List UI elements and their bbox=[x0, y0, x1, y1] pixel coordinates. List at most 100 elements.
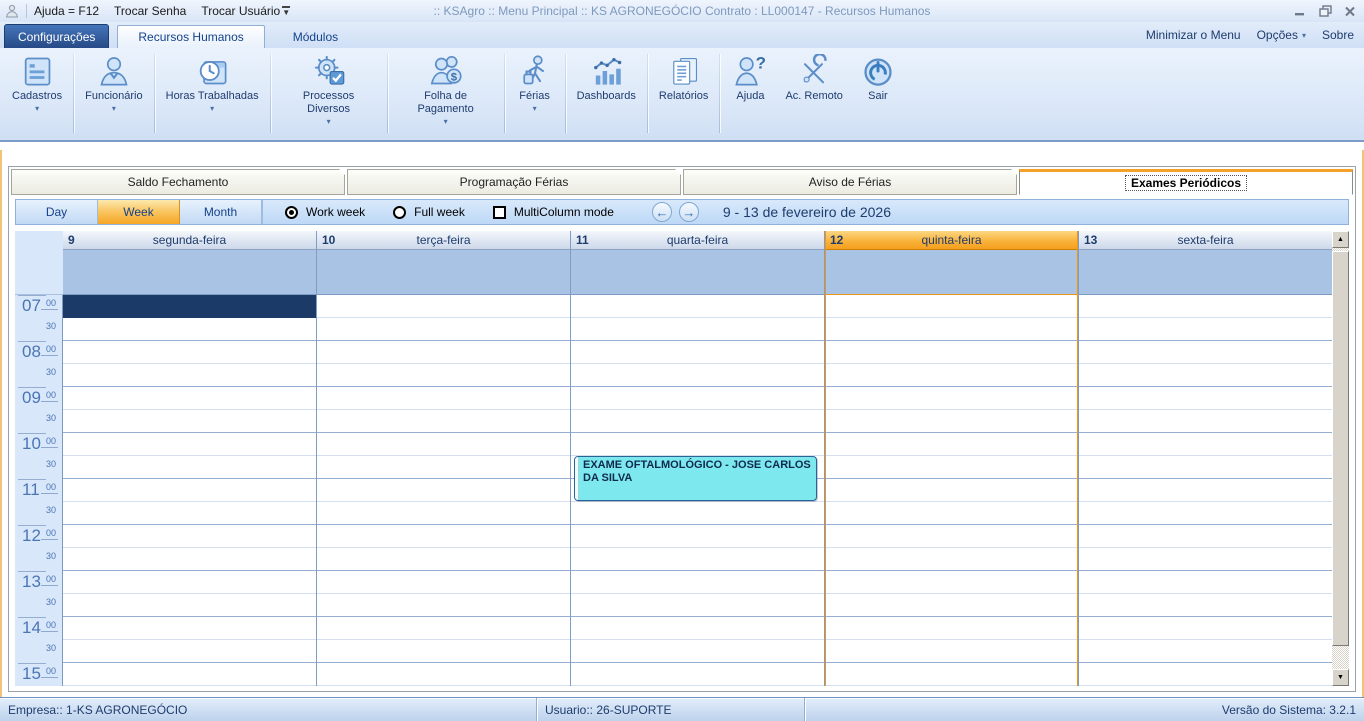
tab-programacao-ferias[interactable]: Programação Férias bbox=[347, 169, 681, 195]
hour-cell[interactable] bbox=[1079, 341, 1332, 387]
hour-cell[interactable] bbox=[63, 571, 316, 617]
quick-access-trocar-senha[interactable]: Trocar Senha bbox=[114, 4, 186, 18]
quick-access-ajuda-f12[interactable]: Ajuda = F12 bbox=[34, 4, 99, 18]
day-grid[interactable] bbox=[63, 295, 316, 686]
hour-cell[interactable] bbox=[571, 295, 824, 341]
allday-area[interactable] bbox=[1079, 250, 1332, 295]
hour-cell[interactable] bbox=[571, 525, 824, 571]
selected-timeslot[interactable] bbox=[63, 295, 316, 318]
ribbon-button-horas-trabalhadas[interactable]: Horas Trabalhadas▾ bbox=[158, 51, 267, 136]
hour-cell[interactable] bbox=[1079, 571, 1332, 617]
hour-cell[interactable] bbox=[63, 525, 316, 571]
hour-cell[interactable] bbox=[1079, 295, 1332, 341]
restore-icon[interactable] bbox=[1316, 4, 1334, 18]
hour-cell[interactable] bbox=[571, 663, 824, 686]
hour-cell[interactable] bbox=[571, 571, 824, 617]
view-button-month[interactable]: Month bbox=[180, 200, 262, 224]
checkbox-multicolumn-mode-icon[interactable] bbox=[493, 206, 506, 219]
previous-week-icon[interactable]: ← bbox=[652, 202, 672, 222]
hour-cell[interactable] bbox=[825, 341, 1078, 387]
hour-cell[interactable] bbox=[63, 617, 316, 663]
day-header-quarta-feira[interactable]: 11quarta-feira bbox=[571, 231, 824, 250]
day-grid[interactable] bbox=[825, 295, 1078, 686]
quick-access-overflow-icon[interactable]: ▼ bbox=[282, 6, 290, 16]
day-grid[interactable] bbox=[317, 295, 570, 686]
hour-cell[interactable] bbox=[1079, 387, 1332, 433]
ribbon-button-sair[interactable]: Sair bbox=[851, 51, 905, 136]
hour-cell[interactable] bbox=[825, 479, 1078, 525]
allday-area[interactable] bbox=[571, 250, 824, 295]
radio-full-week-icon[interactable] bbox=[393, 206, 406, 219]
allday-area[interactable] bbox=[317, 250, 570, 295]
hour-cell[interactable] bbox=[63, 387, 316, 433]
hour-cell[interactable] bbox=[1079, 663, 1332, 686]
allday-area[interactable] bbox=[825, 250, 1078, 295]
hour-cell[interactable] bbox=[317, 341, 570, 387]
option-full-week[interactable]: Full week bbox=[393, 205, 465, 219]
menu-link-minimizar-o-menu[interactable]: Minimizar o Menu bbox=[1146, 28, 1241, 42]
hour-cell[interactable] bbox=[317, 617, 570, 663]
hour-cell[interactable] bbox=[63, 433, 316, 479]
ribbon-button-ferias[interactable]: Férias▾ bbox=[508, 51, 562, 136]
day-header-terca-feira[interactable]: 10terça-feira bbox=[317, 231, 570, 250]
hour-cell[interactable] bbox=[825, 525, 1078, 571]
scroll-up-icon[interactable]: ▲ bbox=[1332, 231, 1349, 248]
radio-work-week-icon[interactable] bbox=[285, 206, 298, 219]
day-header-quinta-feira[interactable]: 12quinta-feira bbox=[825, 231, 1078, 250]
hour-cell[interactable] bbox=[571, 617, 824, 663]
hour-cell[interactable] bbox=[317, 479, 570, 525]
day-grid[interactable] bbox=[1079, 295, 1332, 686]
hour-cell[interactable] bbox=[825, 617, 1078, 663]
ribbon-button-funcionario[interactable]: Funcionário▾ bbox=[77, 51, 150, 136]
hour-cell[interactable] bbox=[317, 387, 570, 433]
hour-cell[interactable] bbox=[317, 433, 570, 479]
hour-cell[interactable] bbox=[317, 571, 570, 617]
hour-cell[interactable] bbox=[825, 433, 1078, 479]
hour-cell[interactable] bbox=[571, 341, 824, 387]
ribbon-button-folha-de-pagamento[interactable]: $Folha de Pagamento▾ bbox=[391, 51, 501, 136]
ribbon-button-processos-diversos[interactable]: Processos Diversos▾ bbox=[274, 51, 384, 136]
hour-cell[interactable] bbox=[63, 479, 316, 525]
day-header-segunda-feira[interactable]: 9segunda-feira bbox=[63, 231, 316, 250]
allday-area[interactable] bbox=[63, 250, 316, 295]
ribbon-button-relatorios[interactable]: Relatórios bbox=[651, 51, 717, 136]
hour-cell[interactable] bbox=[825, 295, 1078, 341]
next-week-icon[interactable]: → bbox=[679, 202, 699, 222]
vertical-scrollbar[interactable]: ▲ ▼ bbox=[1332, 231, 1349, 686]
option-multicolumn-mode[interactable]: MultiColumn mode bbox=[493, 205, 614, 219]
ribbon-button-ac-remoto[interactable]: Ac. Remoto bbox=[777, 51, 850, 136]
hour-cell[interactable] bbox=[825, 571, 1078, 617]
ribbon-button-cadastros[interactable]: Cadastros▾ bbox=[4, 51, 70, 136]
scroll-down-icon[interactable]: ▼ bbox=[1332, 669, 1349, 686]
hour-cell[interactable] bbox=[1079, 479, 1332, 525]
tab-saldo-fechamento[interactable]: Saldo Fechamento bbox=[11, 169, 345, 195]
hour-cell[interactable] bbox=[825, 663, 1078, 686]
quick-access-trocar-usuario[interactable]: Trocar Usuário bbox=[201, 4, 280, 18]
ribbon-tab-modulos[interactable]: Módulos bbox=[273, 25, 358, 48]
hour-cell[interactable] bbox=[1079, 433, 1332, 479]
hour-cell[interactable] bbox=[1079, 525, 1332, 571]
menu-link-sobre[interactable]: Sobre bbox=[1322, 28, 1354, 42]
hour-cell[interactable] bbox=[1079, 617, 1332, 663]
tab-aviso-de-ferias[interactable]: Aviso de Férias bbox=[683, 169, 1017, 195]
hour-cell[interactable] bbox=[63, 341, 316, 387]
user-session-icon[interactable] bbox=[5, 4, 19, 18]
hour-cell[interactable] bbox=[317, 663, 570, 686]
option-work-week[interactable]: Work week bbox=[285, 205, 365, 219]
app-menu-button[interactable]: Configurações bbox=[4, 24, 109, 48]
menu-link-opcoes[interactable]: Opções▾ bbox=[1257, 28, 1306, 42]
calendar-event[interactable]: EXAME OFTALMOLÓGICO - JOSE CARLOS DA SIL… bbox=[574, 456, 817, 501]
ribbon-button-dashboards[interactable]: Dashboards bbox=[569, 51, 644, 136]
hour-cell[interactable] bbox=[63, 663, 316, 686]
hour-cell[interactable] bbox=[825, 387, 1078, 433]
tab-exames-periodicos[interactable]: Exames Periódicos bbox=[1019, 169, 1353, 195]
hour-cell[interactable] bbox=[317, 525, 570, 571]
ribbon-button-ajuda[interactable]: ?Ajuda bbox=[723, 51, 777, 136]
close-icon[interactable] bbox=[1341, 4, 1359, 18]
minimize-icon[interactable] bbox=[1291, 4, 1309, 18]
day-header-sexta-feira[interactable]: 13sexta-feira bbox=[1079, 231, 1332, 250]
hour-cell[interactable] bbox=[317, 295, 570, 341]
hour-cell[interactable] bbox=[571, 387, 824, 433]
day-grid[interactable]: EXAME OFTALMOLÓGICO - JOSE CARLOS DA SIL… bbox=[571, 295, 824, 686]
scrollbar-thumb[interactable] bbox=[1332, 251, 1349, 646]
